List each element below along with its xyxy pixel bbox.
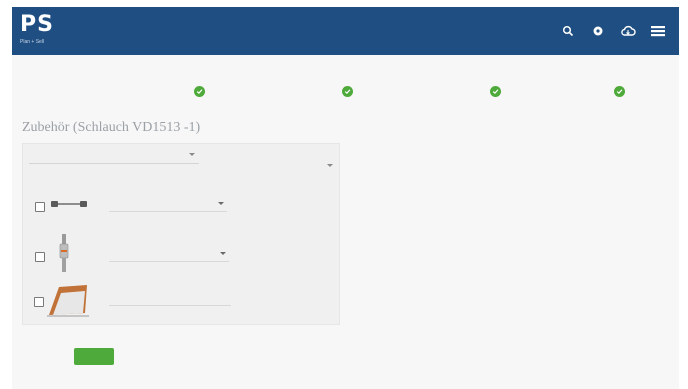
- configurator-page: Zubehör (Schlauch VD1513 -1): [12, 55, 679, 389]
- quantity-field[interactable]: [109, 293, 231, 306]
- item-checkbox[interactable]: [35, 252, 45, 262]
- fitting-icon: [57, 234, 71, 279]
- header-actions: [559, 21, 667, 41]
- panel-icon: [45, 283, 91, 322]
- item-checkbox[interactable]: [35, 202, 45, 212]
- step-2[interactable]: [342, 86, 358, 97]
- check-icon: [614, 86, 625, 97]
- cloud-icon[interactable]: [619, 22, 637, 40]
- chevron-down-icon: [220, 252, 226, 258]
- check-icon: [194, 86, 205, 97]
- category-select[interactable]: [29, 150, 199, 164]
- check-icon: [342, 86, 353, 97]
- search-icon[interactable]: [559, 22, 577, 40]
- next-button[interactable]: [74, 348, 114, 365]
- page-title: Zubehör (Schlauch VD1513 -1): [22, 120, 201, 135]
- menu-icon[interactable]: [649, 22, 667, 40]
- step-3[interactable]: [490, 86, 506, 97]
- settings-icon[interactable]: [589, 22, 607, 40]
- accessory-item: [23, 232, 339, 280]
- logo-tagline: Plan + Sell: [20, 39, 45, 45]
- chevron-down-icon: [189, 153, 195, 159]
- logo-mark: PS: [20, 12, 54, 37]
- quantity-select[interactable]: [109, 249, 229, 262]
- accessory-panel: [22, 143, 340, 325]
- accessory-item: [23, 279, 339, 321]
- logo[interactable]: PS Plan + Sell: [20, 14, 70, 50]
- quantity-select[interactable]: [109, 199, 227, 212]
- check-icon: [490, 86, 501, 97]
- step-4[interactable]: [614, 86, 630, 97]
- accessory-item: [23, 182, 339, 222]
- chevron-down-icon: [218, 202, 224, 208]
- collapse-chevron-icon[interactable]: [327, 155, 333, 173]
- top-navigation-bar: PS Plan + Sell: [12, 7, 679, 55]
- item-checkbox[interactable]: [34, 297, 44, 307]
- step-1[interactable]: [194, 86, 210, 97]
- cable-icon: [49, 197, 89, 216]
